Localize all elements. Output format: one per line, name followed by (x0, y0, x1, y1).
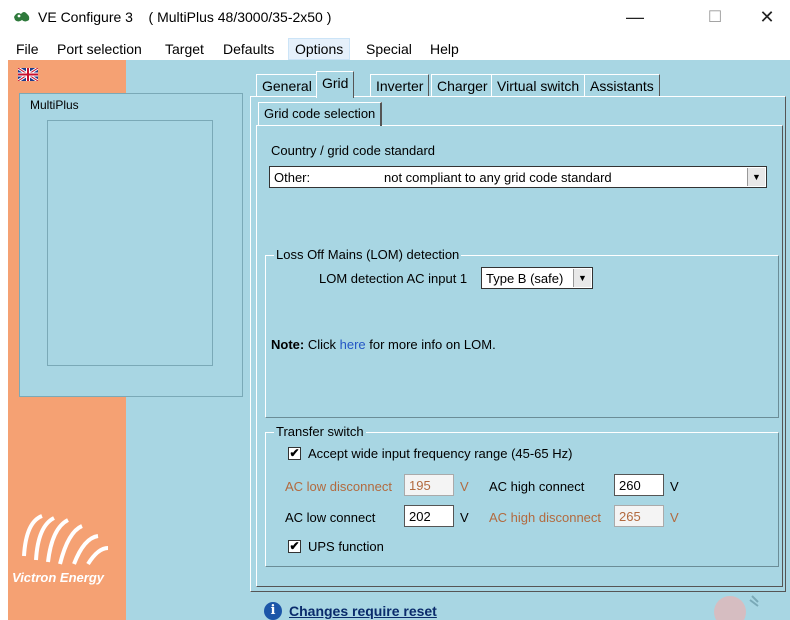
ac-high-connect-field[interactable]: 260 (614, 474, 664, 496)
title-bar: VE Configure 3 ( MultiPlus 48/3000/35-2x… (0, 0, 790, 34)
ups-function-checkbox[interactable]: ✔ (288, 540, 301, 553)
grid-code-label: Country / grid code standard (271, 143, 436, 158)
decorative-corner-icon (714, 595, 759, 620)
ac-low-disconnect-unit: V (460, 479, 469, 494)
grid-code-select[interactable]: Other: not compliant to any grid code st… (269, 166, 767, 188)
ac-high-connect-unit: V (670, 479, 679, 494)
uk-flag-icon[interactable] (18, 68, 38, 81)
minimize-button[interactable]: — (612, 0, 658, 34)
ac-low-disconnect-field[interactable]: 195 (404, 474, 454, 496)
menu-bar: File Port selection Target Defaults Opti… (0, 36, 790, 60)
menu-defaults[interactable]: Defaults (217, 39, 280, 59)
wide-frequency-label: Accept wide input frequency range (45-65… (308, 446, 573, 461)
lom-input-select[interactable]: Type B (safe) ▼ (481, 267, 593, 289)
lom-input-label: LOM detection AC input 1 (319, 271, 468, 286)
window-title: VE Configure 3 ( MultiPlus 48/3000/35-2x… (38, 9, 332, 25)
ac-low-connect-label: AC low connect (285, 510, 376, 525)
tab-virtual-switch[interactable]: Virtual switch (491, 74, 586, 96)
menu-help[interactable]: Help (424, 39, 465, 59)
subtab-grid-code-selection[interactable]: Grid code selection (258, 102, 383, 126)
menu-special[interactable]: Special (360, 39, 418, 59)
ups-function-label: UPS function (308, 539, 384, 554)
ac-low-connect-field[interactable]: 202 (404, 505, 454, 527)
lom-note: Note: Click here for more info on LOM. (271, 337, 496, 352)
ac-low-disconnect-label: AC low disconnect (285, 479, 392, 494)
wide-frequency-checkbox[interactable]: ✔ (288, 447, 301, 460)
menu-target[interactable]: Target (159, 39, 210, 59)
device-image-frame (47, 120, 213, 366)
transfer-switch-legend: Transfer switch (274, 424, 366, 439)
menu-file[interactable]: File (10, 39, 45, 59)
ac-high-disconnect-unit: V (670, 510, 679, 525)
lom-group-legend: Loss Off Mains (LOM) detection (274, 247, 462, 262)
chevron-down-icon[interactable]: ▼ (573, 269, 591, 287)
lom-info-link[interactable]: here (340, 337, 366, 352)
maximize-button[interactable]: ☐ (692, 0, 738, 34)
tab-inverter[interactable]: Inverter (370, 74, 430, 96)
info-icon: i (264, 602, 282, 620)
tab-assistants[interactable]: Assistants (584, 74, 660, 96)
device-label: MultiPlus (30, 98, 79, 112)
tab-grid[interactable]: Grid (316, 71, 355, 98)
lom-input-value: Type B (safe) (486, 271, 564, 286)
device-panel[interactable]: MultiPlus (19, 93, 243, 397)
grid-code-select-left: Other: (274, 170, 311, 185)
ac-high-disconnect-label: AC high disconnect (489, 510, 602, 525)
tab-general[interactable]: General (256, 74, 318, 96)
tab-charger[interactable]: Charger (431, 74, 494, 96)
chevron-down-icon[interactable]: ▼ (747, 168, 765, 186)
app-logo-icon (14, 12, 30, 22)
ac-low-connect-unit: V (460, 510, 469, 525)
ac-high-connect-label: AC high connect (489, 479, 585, 494)
menu-port-selection[interactable]: Port selection (51, 39, 148, 59)
changes-require-reset-link[interactable]: Changes require reset (289, 603, 437, 619)
close-button[interactable]: ✕ (744, 0, 790, 34)
ac-high-disconnect-field[interactable]: 265 (614, 505, 664, 527)
grid-code-select-right: not compliant to any grid code standard (384, 170, 612, 185)
brand-name: Victron Energy (12, 570, 104, 585)
menu-options[interactable]: Options (288, 38, 351, 60)
victron-logo-icon (22, 514, 109, 566)
